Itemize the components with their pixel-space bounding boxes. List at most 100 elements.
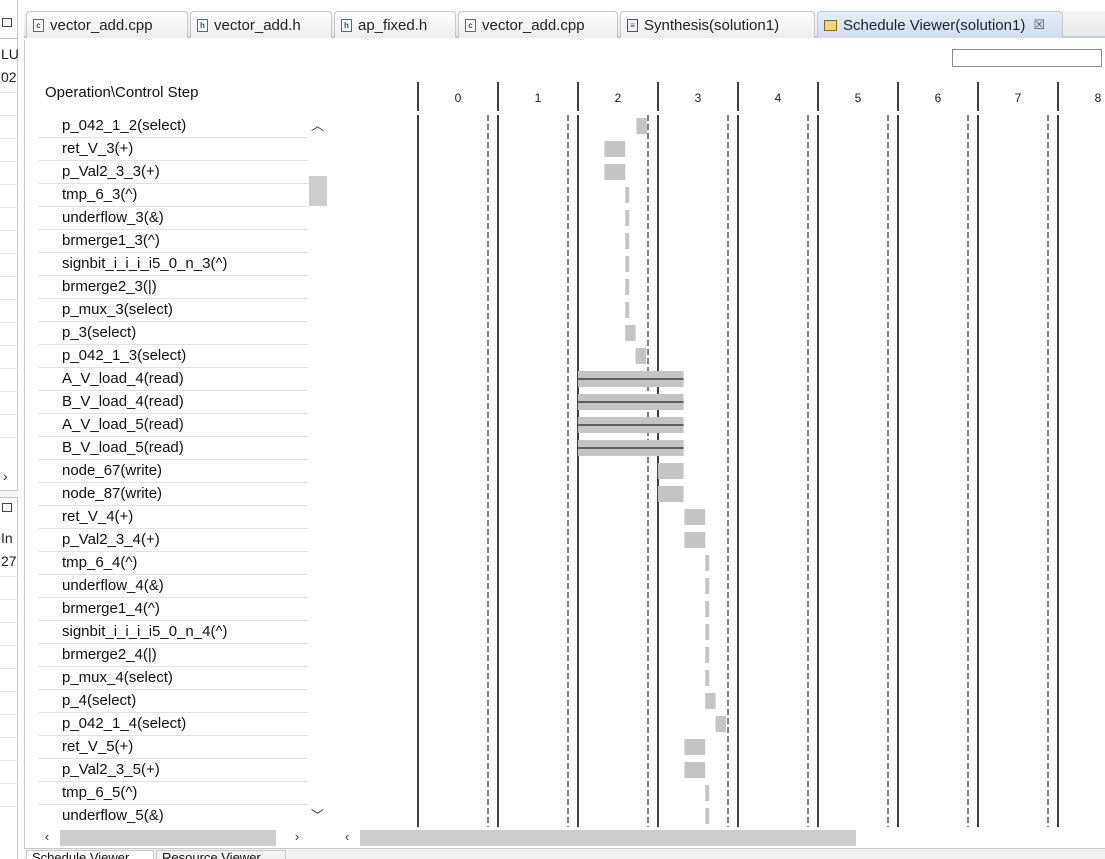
operation-bar <box>604 141 626 157</box>
tab-label: Synthesis(solution1) <box>644 16 780 34</box>
tab-label: Schedule Viewer(solution1) <box>843 16 1026 34</box>
operation-bar <box>604 164 626 180</box>
scroll-up-icon[interactable]: ︿ <box>308 117 327 135</box>
operation-row[interactable]: p_042_1_2(select) <box>38 115 308 138</box>
close-tab-icon[interactable]: ☒ <box>1033 17 1045 33</box>
operation-row[interactable]: p_mux_3(select) <box>38 299 308 322</box>
scroll-thumb[interactable] <box>309 176 327 206</box>
editor-tab-bar: c vector_add.cpp h vector_add.h h ap_fixed.… <box>24 11 1105 38</box>
operation-row[interactable]: node_87(write) <box>38 483 308 506</box>
left-panel-text-1: LU <box>1 46 19 62</box>
operation-bar <box>705 578 710 594</box>
operation-row[interactable]: p_4(select) <box>38 690 308 713</box>
operation-row[interactable]: A_V_load_5(read) <box>38 414 308 437</box>
synthesis-report-icon: ≡ <box>627 18 638 32</box>
tab-schedule-viewer[interactable]: Schedule Viewer(solution1) ☒ <box>817 11 1063 38</box>
operation-row[interactable]: ret_V_5(+) <box>38 736 308 759</box>
operation-row[interactable]: tmp_6_4(^) <box>38 552 308 575</box>
control-step-label: 4 <box>775 91 782 105</box>
tab-schedule-viewer-bottom[interactable]: Schedule Viewer <box>26 850 154 859</box>
operation-row[interactable]: p_042_1_4(select) <box>38 713 308 736</box>
operation-bar <box>625 256 630 272</box>
scroll-right-icon[interactable]: › <box>288 827 306 847</box>
operation-bar <box>705 624 710 640</box>
operation-bar <box>705 785 710 801</box>
operation-row[interactable]: brmerge1_4(^) <box>38 598 308 621</box>
operation-row[interactable]: underflow_4(&) <box>38 575 308 598</box>
operation-list-vertical-scrollbar[interactable]: ︿ ﹀ <box>308 115 327 828</box>
operation-row[interactable]: brmerge2_3(|) <box>38 276 308 299</box>
scroll-thumb[interactable] <box>60 830 276 846</box>
tab-resource-viewer[interactable]: Resource Viewer <box>156 850 286 859</box>
operation-row[interactable]: p_042_1_3(select) <box>38 345 308 368</box>
operation-row[interactable]: B_V_load_4(read) <box>38 391 308 414</box>
operation-row[interactable]: ret_V_3(+) <box>38 138 308 161</box>
operation-bar <box>705 647 710 663</box>
schedule-viewer-icon <box>824 19 837 31</box>
operation-row[interactable]: tmp_6_5(^) <box>38 782 308 805</box>
operation-bar <box>705 808 710 824</box>
cpp-file-icon: c <box>33 18 44 32</box>
operation-bar <box>705 555 710 571</box>
operation-row[interactable]: A_V_load_4(read) <box>38 368 308 391</box>
operation-row[interactable]: underflow_3(&) <box>38 207 308 230</box>
operation-row[interactable]: p_3(select) <box>38 322 308 345</box>
operation-bar <box>658 486 684 502</box>
filter-input[interactable] <box>952 49 1102 67</box>
ide-window: LU 02 › In 27 c vector_add.cpp h vector_ad… <box>0 0 1105 859</box>
operation-bar <box>625 325 636 341</box>
operation-row[interactable]: p_Val2_3_3(+) <box>38 161 308 184</box>
operation-list-horizontal-scrollbar[interactable]: ‹ › <box>38 827 308 847</box>
scroll-left-icon[interactable]: ‹ <box>38 827 56 847</box>
operation-bar <box>705 693 716 709</box>
chart-horizontal-scrollbar[interactable]: ‹ <box>338 827 1105 847</box>
operation-bar <box>684 739 706 755</box>
control-step-label: 7 <box>1015 91 1022 105</box>
tab-vector-add-h[interactable]: h vector_add.h <box>190 11 332 38</box>
control-step-label: 8 <box>1095 91 1102 105</box>
tab-vector-add-cpp[interactable]: c vector_add.cpp <box>26 11 188 38</box>
operation-bar <box>684 509 706 525</box>
operation-row[interactable]: brmerge1_3(^) <box>38 230 308 253</box>
operation-row[interactable]: brmerge2_4(|) <box>38 644 308 667</box>
schedule-chart[interactable]: 0 1 2 3 4 5 6 7 8 <box>338 82 1105 828</box>
operation-row[interactable]: signbit_i_i_i_i5_0_n_4(^) <box>38 621 308 644</box>
minimize-view-icon[interactable] <box>2 18 12 27</box>
tab-label: vector_add.cpp <box>50 16 153 34</box>
operation-bar <box>705 670 710 686</box>
operation-row[interactable]: node_67(write) <box>38 460 308 483</box>
operation-bar <box>636 118 647 134</box>
operation-list[interactable]: p_042_1_2(select) ret_V_3(+) p_Val2_3_3(+)… <box>38 115 308 828</box>
operation-bar <box>658 463 684 479</box>
bottom-view-tabs: Schedule Viewer Resource Viewer <box>24 848 1105 859</box>
cpp-file-icon: c <box>465 18 476 32</box>
tab-vector-add-cpp-2[interactable]: c vector_add.cpp <box>458 11 618 38</box>
header-file-icon: h <box>341 18 352 32</box>
operation-bar <box>684 532 706 548</box>
header-file-icon: h <box>197 18 208 32</box>
scroll-right-icon[interactable]: › <box>3 468 8 484</box>
operation-bar <box>625 279 630 295</box>
operation-row[interactable]: p_mux_4(select) <box>38 667 308 690</box>
operation-bar <box>705 601 710 617</box>
control-step-label: 5 <box>855 91 862 105</box>
operation-row[interactable]: tmp_6_3(^) <box>38 184 308 207</box>
operation-bar <box>625 233 630 249</box>
operation-row[interactable]: p_Val2_3_4(+) <box>38 529 308 552</box>
tab-synthesis[interactable]: ≡ Synthesis(solution1) <box>620 11 815 38</box>
operation-row[interactable]: signbit_i_i_i_i5_0_n_3(^) <box>38 253 308 276</box>
minimize-view-icon[interactable] <box>2 503 12 512</box>
scroll-thumb[interactable] <box>360 830 856 846</box>
operation-row[interactable]: B_V_load_5(read) <box>38 437 308 460</box>
tab-ap-fixed-h[interactable]: h ap_fixed.h <box>334 11 456 38</box>
operation-row[interactable]: p_Val2_3_5(+) <box>38 759 308 782</box>
scroll-down-icon[interactable]: ﹀ <box>308 807 327 825</box>
operation-row[interactable]: underflow_5(&) <box>38 805 308 828</box>
control-step-label: 2 <box>615 91 622 105</box>
scroll-left-icon[interactable]: ‹ <box>338 827 356 847</box>
operation-bar <box>684 762 706 778</box>
operation-bar <box>625 187 630 203</box>
operation-row[interactable]: ret_V_4(+) <box>38 506 308 529</box>
control-step-label: 3 <box>695 91 702 105</box>
operation-control-step-header: Operation\Control Step <box>45 84 199 101</box>
